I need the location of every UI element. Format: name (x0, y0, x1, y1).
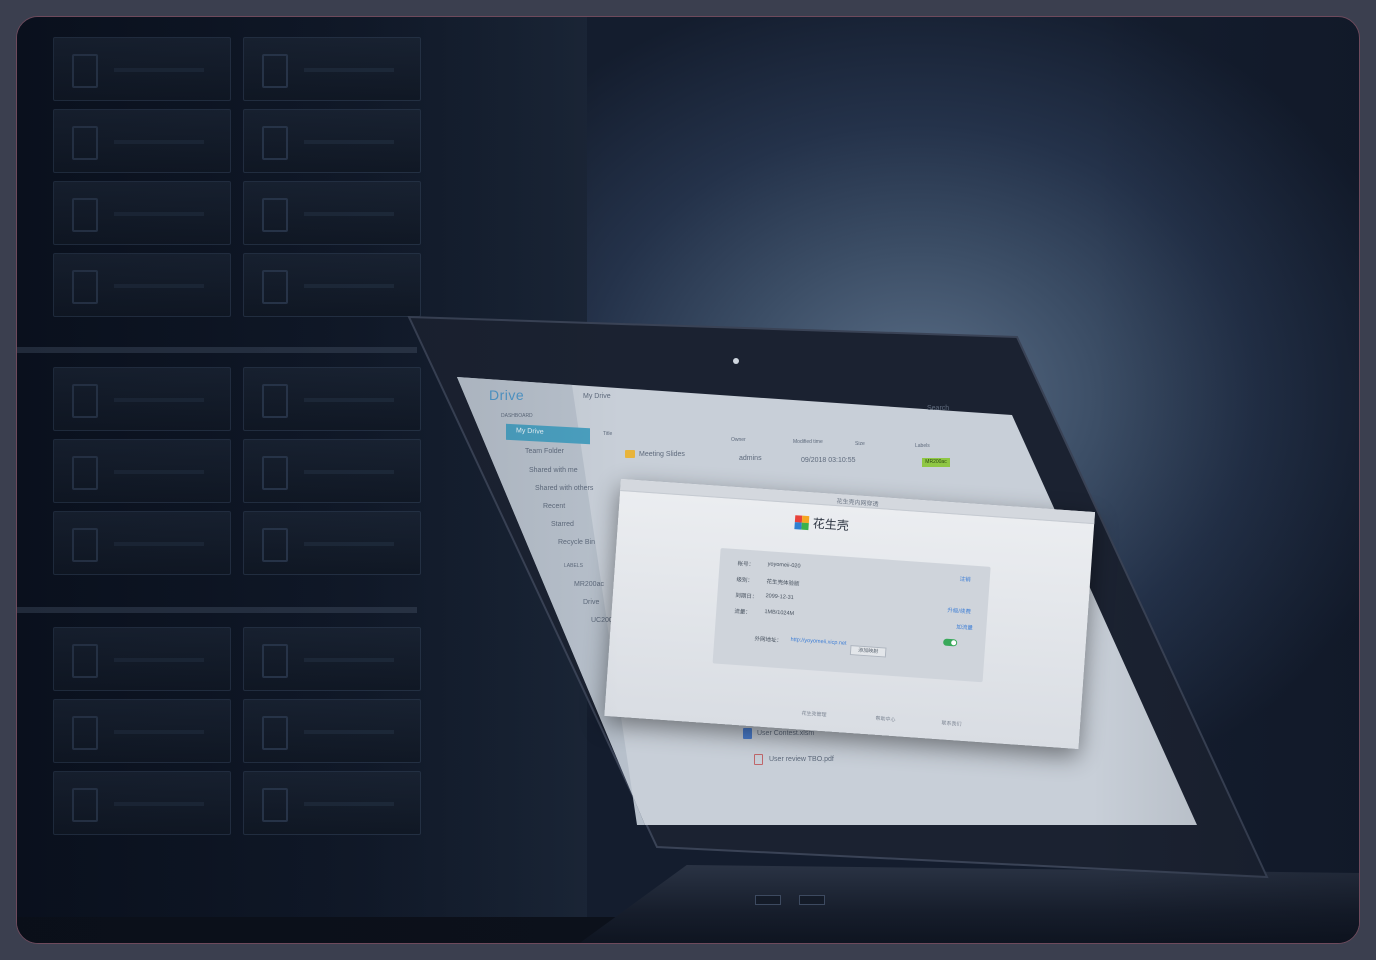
label-item[interactable]: MR200ac (574, 581, 604, 588)
sidebar-item-recent[interactable]: Recent (543, 503, 565, 510)
file-owner: admins (739, 455, 762, 462)
field-value: 花生壳体验版 (766, 579, 800, 588)
upgrade-link[interactable]: 升级/续费 (947, 606, 971, 616)
label-item[interactable]: UC200 (591, 617, 613, 624)
field-label: 到期日： (735, 593, 758, 601)
file-title[interactable]: User Contest.xlsm (757, 730, 814, 737)
brand-name: 花生壳 (812, 516, 850, 533)
field-label: 帐号： (737, 561, 755, 569)
breadcrumb: My Drive (583, 393, 611, 400)
column-size[interactable]: Size (855, 441, 865, 447)
field-label: 级别： (736, 577, 754, 585)
search-input[interactable]: Search (927, 405, 949, 412)
field-label: 流量： (734, 608, 751, 617)
folder-icon (625, 450, 635, 458)
field-value: 2099-12-31 (765, 593, 794, 602)
laptop-lid (407, 315, 1269, 879)
sidebar-header: DASHBOARD (501, 413, 533, 419)
file-title[interactable]: User review TBO.pdf (769, 756, 834, 763)
add-traffic-link[interactable]: 加流量 (956, 622, 973, 631)
labels-header: LABELS (564, 563, 583, 569)
sidebar-item-team-folder[interactable]: Team Folder (525, 448, 564, 455)
logout-link[interactable]: 注销 (959, 575, 971, 584)
footer-link[interactable]: 花生壳管理 (801, 710, 827, 719)
sidebar-item-shared-with-others[interactable]: Shared with others (535, 485, 593, 492)
field-value: yoyomeii-020 (767, 561, 801, 570)
field-value: 1MB/1024M (764, 609, 795, 618)
brand-logo: 花生壳 (794, 513, 849, 534)
mapping-toggle[interactable] (942, 638, 958, 647)
label-item[interactable]: Drive (583, 599, 599, 606)
sidebar-item-recycle-bin[interactable]: Recycle Bin (558, 539, 595, 546)
document-icon (743, 728, 752, 739)
url-label: 外网地址： (754, 636, 783, 645)
label-badge: MR200ac (922, 458, 950, 467)
column-owner[interactable]: Owner (731, 437, 746, 443)
hero-photo: Drive My Drive DASHBOARD My Drive Team F… (16, 16, 1360, 944)
sidebar-item-starred[interactable]: Starred (551, 521, 574, 528)
column-title[interactable]: Title (603, 431, 612, 437)
file-title[interactable]: Meeting Slides (639, 451, 685, 458)
drive-logo: Drive (489, 387, 525, 403)
sidebar-item-shared-with-me[interactable]: Shared with me (529, 467, 578, 474)
cube-icon (794, 514, 810, 530)
file-modified: 09/2018 03:10:55 (801, 457, 856, 464)
external-url-link[interactable]: http://yoyomeii.xicp.net (790, 637, 846, 647)
webcam-icon (733, 358, 739, 364)
column-labels[interactable]: Labels (915, 443, 930, 449)
account-panel: 帐号： yoyomeii-020 注销 级别： 花生壳体验版 到期日： 2099… (712, 547, 991, 683)
column-modified[interactable]: Modified time (793, 439, 823, 445)
peanut-hull-dialog: 花生壳内网穿透 花生壳 帐号： yoyomeii-020 注销 级别： 花生壳体… (604, 479, 1095, 749)
footer-link[interactable]: 帮助中心 (875, 715, 896, 723)
pdf-icon (754, 754, 763, 765)
footer-link[interactable]: 联系我们 (941, 719, 962, 727)
page-frame: Drive My Drive DASHBOARD My Drive Team F… (0, 0, 1376, 960)
